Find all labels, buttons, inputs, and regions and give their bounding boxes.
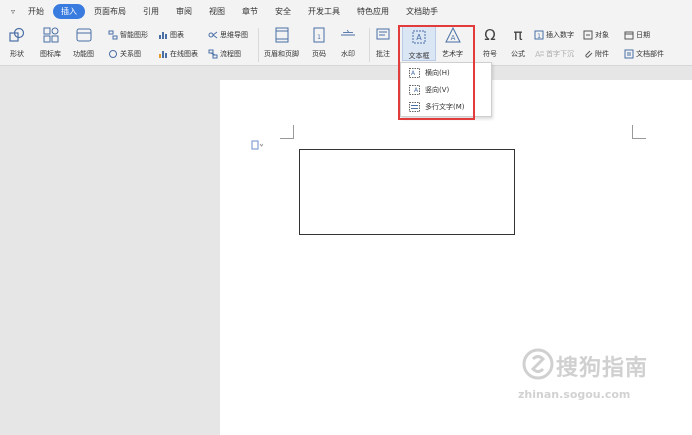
tab-security[interactable]: 安全 (267, 4, 299, 19)
comment-icon (374, 26, 392, 44)
chart-label: 图表 (170, 31, 184, 39)
watermark-label: 水印 (341, 50, 355, 58)
paragraph-marker-icon[interactable] (251, 140, 263, 150)
tab-view[interactable]: 视图 (201, 4, 233, 19)
symbol-button[interactable]: Ω 符号 (481, 26, 499, 59)
doc-parts-icon (624, 49, 634, 59)
menu-caret-icon[interactable]: ▿ (6, 7, 20, 16)
function-chart-button[interactable]: 功能图 (73, 26, 94, 59)
smart-shape-label: 智能图形 (120, 31, 148, 39)
sogou-logo-icon (522, 348, 554, 380)
header-footer-button[interactable]: 页眉和页脚 (264, 26, 299, 59)
comment-button[interactable]: 批注 (374, 26, 392, 59)
flowchart-label: 流程图 (220, 50, 241, 58)
function-chart-label: 功能图 (73, 50, 94, 58)
attachment-label: 附件 (595, 50, 609, 58)
tab-start[interactable]: 开始 (20, 4, 52, 19)
date-button[interactable]: 日期 (624, 30, 650, 40)
mind-map-button[interactable]: 思维导图 (208, 30, 248, 40)
chart-icon (158, 30, 168, 40)
tab-doc-assistant[interactable]: 文档助手 (398, 4, 446, 19)
object-label: 对象 (595, 31, 609, 39)
insert-number-icon: 1 (534, 30, 544, 40)
symbol-label: 符号 (483, 50, 497, 58)
insert-number-label: 插入数字 (546, 31, 574, 39)
svg-text:1: 1 (317, 34, 321, 41)
icon-library-button[interactable]: 图标库 (40, 26, 61, 59)
mind-map-icon (208, 30, 218, 40)
first-sink-button[interactable]: A 首字下沉 (534, 49, 574, 59)
formula-label: 公式 (511, 50, 525, 58)
omega-icon: Ω (484, 26, 496, 44)
insert-number-button[interactable]: 1 插入数字 (534, 30, 574, 40)
header-footer-label: 页眉和页脚 (264, 50, 299, 58)
relation-chart-button[interactable]: 关系图 (108, 49, 141, 59)
pi-icon: π (513, 26, 523, 44)
tab-dev-tools[interactable]: 开发工具 (300, 4, 348, 19)
relation-chart-icon (108, 49, 118, 59)
page-corner-mark (280, 125, 294, 139)
comment-label: 批注 (376, 50, 390, 58)
tab-special-apps[interactable]: 特色应用 (349, 4, 397, 19)
watermark-icon: 亠 (339, 26, 357, 44)
first-sink-icon: A (534, 49, 544, 59)
inserted-textbox[interactable] (299, 149, 515, 235)
smart-shape-icon (108, 30, 118, 40)
first-sink-label: 首字下沉 (546, 50, 574, 58)
svg-text:1: 1 (537, 33, 541, 40)
header-footer-icon (273, 26, 291, 44)
page-number-button[interactable]: 1 页码 (310, 26, 328, 59)
icon-library-label: 图标库 (40, 50, 61, 58)
flowchart-icon (208, 49, 218, 59)
relation-chart-label: 关系图 (120, 50, 141, 58)
smart-shape-button[interactable]: 智能图形 (108, 30, 148, 40)
menu-bar: ▿ 开始 插入 页面布局 引用 审阅 视图 章节 安全 开发工具 特色应用 文档… (0, 0, 692, 22)
online-chart-label: 在线图表 (170, 50, 198, 58)
chart-button[interactable]: 图表 (158, 30, 184, 40)
watermark-button[interactable]: 亠 水印 (339, 26, 357, 59)
online-chart-icon (158, 49, 168, 59)
shape-label: 形状 (10, 50, 24, 58)
watermark-url: zhinan.sogou.com (518, 388, 631, 401)
watermark-brand: 搜狗指南 (556, 356, 649, 381)
ribbon-separator (369, 28, 370, 62)
shape-icon (8, 26, 26, 44)
page-number-icon: 1 (310, 26, 328, 44)
attachment-button[interactable]: 附件 (583, 49, 609, 59)
date-label: 日期 (636, 31, 650, 39)
formula-button[interactable]: π 公式 (509, 26, 527, 59)
mind-map-label: 思维导图 (220, 31, 248, 39)
icon-library-icon (42, 26, 60, 44)
doc-parts-label: 文档部件 (636, 50, 664, 58)
page-number-label: 页码 (312, 50, 326, 58)
tab-review[interactable]: 审阅 (168, 4, 200, 19)
calendar-icon (624, 30, 634, 40)
page-corner-mark (632, 125, 646, 139)
tab-references[interactable]: 引用 (135, 4, 167, 19)
flowchart-button[interactable]: 流程图 (208, 49, 241, 59)
ribbon-separator (258, 28, 259, 62)
sogou-watermark: 搜狗指南 zhinan.sogou.com (516, 346, 686, 416)
object-icon (583, 30, 593, 40)
function-chart-icon (75, 26, 93, 44)
tab-insert[interactable]: 插入 (53, 3, 85, 19)
online-chart-button[interactable]: 在线图表 (158, 49, 198, 59)
object-button[interactable]: 对象 (583, 30, 609, 40)
paperclip-icon (583, 49, 593, 59)
highlight-frame (398, 25, 475, 120)
tab-page-layout[interactable]: 页面布局 (86, 4, 134, 19)
doc-parts-button[interactable]: 文档部件 (624, 49, 664, 59)
shape-button[interactable]: 形状 (8, 26, 26, 59)
ribbon-toolbar: 形状 图标库 功能图 智能图形 关系图 图表 在线图表 思维导图 流程图 页眉和… (0, 22, 692, 66)
tab-chapter[interactable]: 章节 (234, 4, 266, 19)
